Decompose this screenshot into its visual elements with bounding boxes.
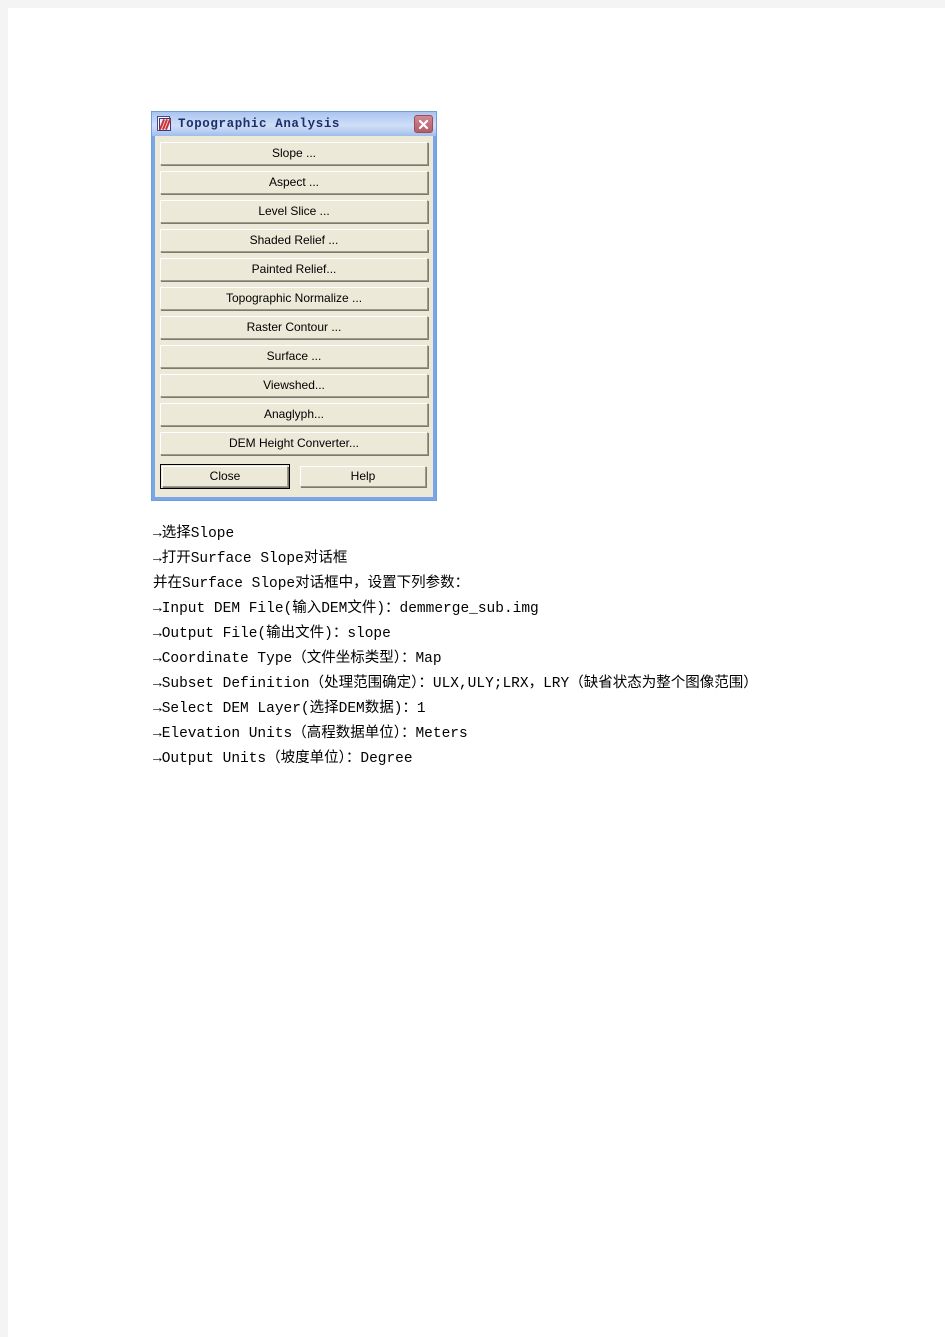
raster-contour-button[interactable]: Raster Contour ... bbox=[160, 316, 428, 339]
close-button-focus-frame: Close bbox=[160, 464, 290, 489]
instruction-notes: →选择Slope →打开Surface Slope对话框 并在Surface S… bbox=[153, 522, 853, 772]
shaded-relief-button[interactable]: Shaded Relief ... bbox=[160, 229, 428, 252]
dialog-title: Topographic Analysis bbox=[178, 117, 341, 131]
anaglyph-button[interactable]: Anaglyph... bbox=[160, 403, 428, 426]
note-line: →Coordinate Type（文件坐标类型）：Map bbox=[153, 651, 442, 667]
close-icon[interactable] bbox=[414, 115, 433, 133]
note-line: 并在Surface Slope对话框中，设置下列参数： bbox=[153, 576, 470, 592]
topographic-analysis-dialog: Topographic Analysis Slope ... Aspect ..… bbox=[151, 111, 437, 501]
note-line: →Input DEM File(输入DEM文件)：demmerge_sub.im… bbox=[153, 601, 539, 617]
close-button[interactable]: Close bbox=[162, 466, 288, 487]
note-line: →Output Units（坡度单位）：Degree bbox=[153, 751, 413, 767]
topographic-analysis-icon bbox=[156, 116, 172, 132]
note-line: →Elevation Units（高程数据单位）：Meters bbox=[153, 726, 468, 742]
note-line: →选择Slope bbox=[153, 526, 235, 542]
dialog-titlebar[interactable]: Topographic Analysis bbox=[152, 112, 436, 136]
note-line: →打开Surface Slope对话框 bbox=[153, 551, 348, 567]
note-line: →Subset Definition（处理范围确定）：ULX,ULY;LRX，L… bbox=[153, 676, 758, 692]
level-slice-button[interactable]: Level Slice ... bbox=[160, 200, 428, 223]
note-line: →Output File(输出文件)：slope bbox=[153, 626, 391, 642]
slope-button[interactable]: Slope ... bbox=[160, 142, 428, 165]
help-button-wrap: Help bbox=[298, 464, 428, 489]
dem-height-converter-button[interactable]: DEM Height Converter... bbox=[160, 432, 428, 455]
dialog-action-row: Close Help bbox=[160, 464, 428, 489]
dialog-body: Slope ... Aspect ... Level Slice ... Sha… bbox=[155, 136, 433, 497]
surface-button[interactable]: Surface ... bbox=[160, 345, 428, 368]
document-page: Topographic Analysis Slope ... Aspect ..… bbox=[8, 8, 945, 1337]
dialog-frame: Slope ... Aspect ... Level Slice ... Sha… bbox=[152, 136, 436, 500]
viewshed-button[interactable]: Viewshed... bbox=[160, 374, 428, 397]
note-line: →Select DEM Layer(选择DEM数据)：1 bbox=[153, 701, 426, 717]
aspect-button[interactable]: Aspect ... bbox=[160, 171, 428, 194]
painted-relief-button[interactable]: Painted Relief... bbox=[160, 258, 428, 281]
help-button[interactable]: Help bbox=[300, 466, 426, 487]
topographic-normalize-button[interactable]: Topographic Normalize ... bbox=[160, 287, 428, 310]
